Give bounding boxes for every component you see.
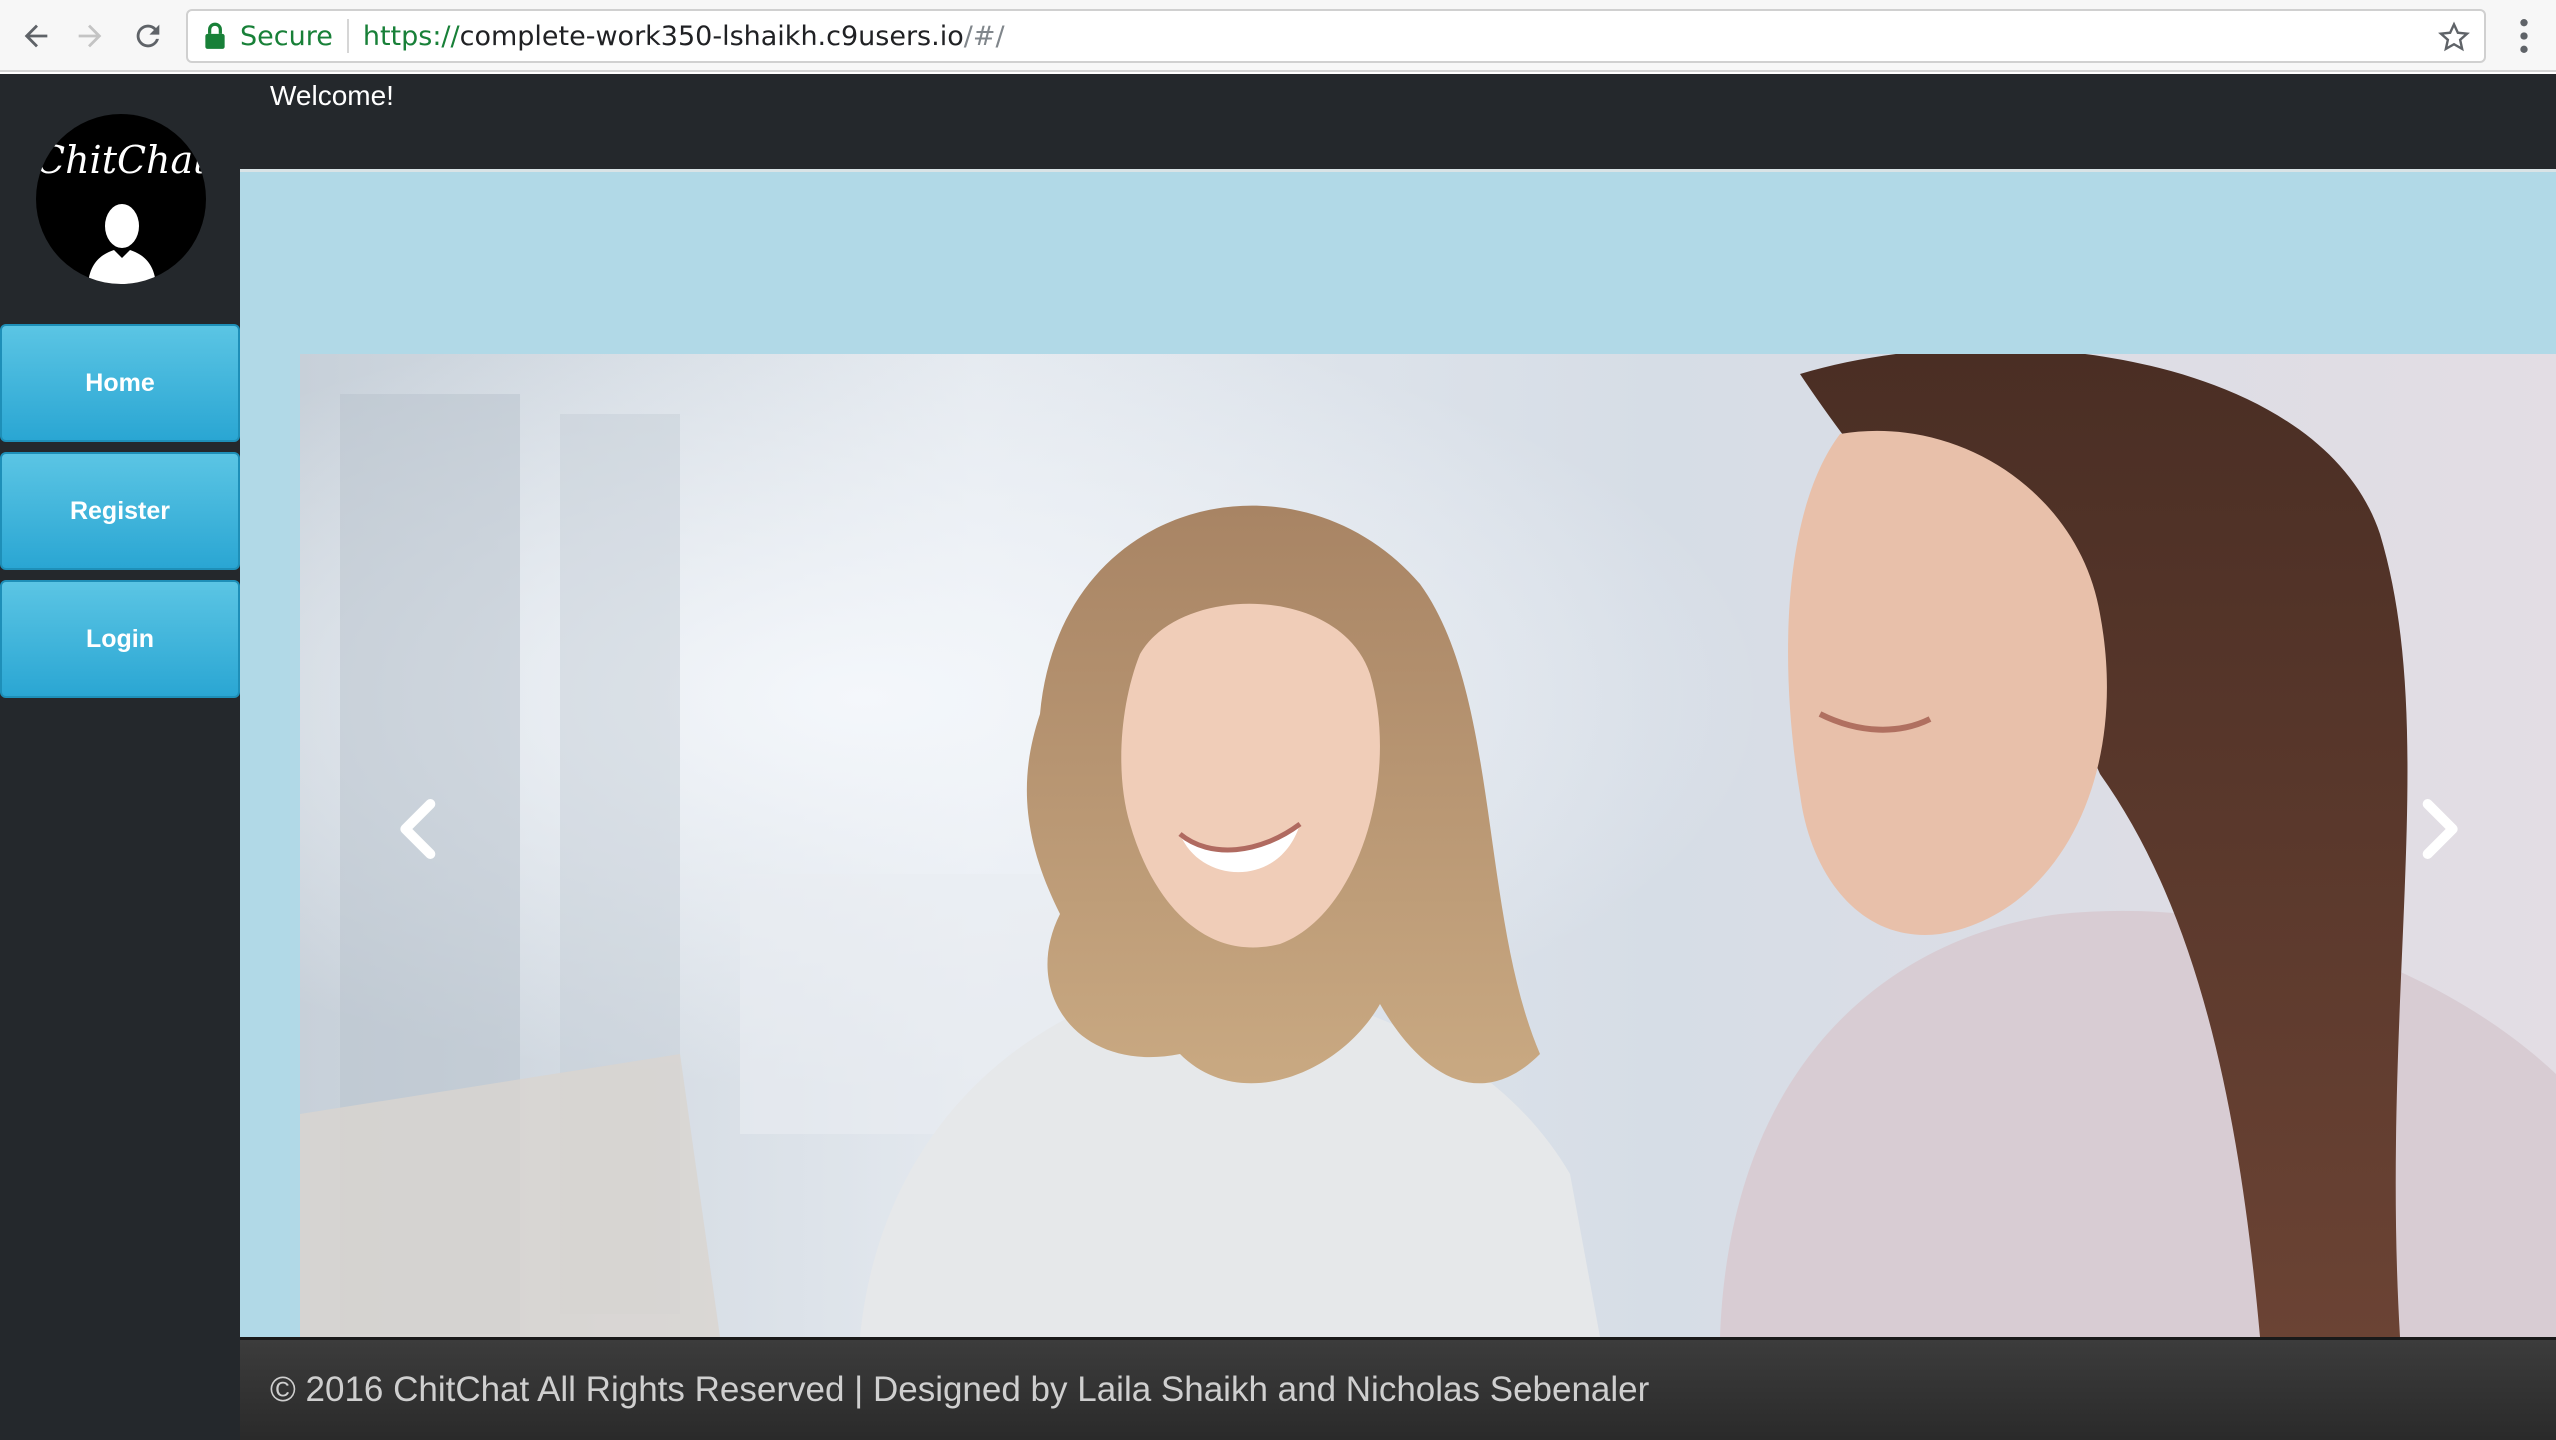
user-silhouette-icon <box>88 204 156 284</box>
chitchat-logo[interactable]: ChitChat <box>36 114 206 284</box>
image-carousel <box>300 354 2556 1337</box>
secure-label: Secure <box>240 20 333 52</box>
reload-button[interactable] <box>126 14 170 58</box>
sidebar-item-home[interactable]: Home <box>0 324 240 442</box>
chevron-left-icon <box>400 799 436 859</box>
logo-text: ChitChat <box>36 138 206 182</box>
address-bar[interactable]: Secure https:// complete-work350-lshaikh… <box>186 9 2486 63</box>
carousel-next-button[interactable] <box>2406 784 2476 874</box>
arrow-right-icon <box>78 24 102 48</box>
url-path: /#/ <box>963 20 1005 52</box>
url-scheme: https:// <box>362 20 460 52</box>
arrow-left-icon <box>24 24 48 48</box>
sidebar-item-label: Register <box>69 496 171 525</box>
reload-icon <box>136 24 160 48</box>
sidebar-item-label: Login <box>85 624 155 653</box>
chevron-right-icon <box>2422 799 2458 859</box>
lock-icon <box>205 22 225 49</box>
browser-menu-icon[interactable] <box>2506 16 2542 56</box>
carousel-photo <box>300 354 2556 1337</box>
footer: © 2016 ChitChat All Rights Reserved | De… <box>240 1337 2556 1440</box>
carousel-prev-button[interactable] <box>382 784 452 874</box>
sidebar: ChitChat Home Register Login <box>0 74 240 1440</box>
main-content <box>240 172 2556 1337</box>
sidebar-item-register[interactable]: Register <box>0 452 240 570</box>
footer-copyright: © 2016 ChitChat All Rights Reserved | De… <box>270 1370 1650 1409</box>
sidebar-item-login[interactable]: Login <box>0 580 240 698</box>
url-host: complete-work350-lshaikh.c9users.io <box>459 20 964 52</box>
header-bar: Welcome! <box>240 74 2556 172</box>
omnibox-divider <box>346 19 349 53</box>
welcome-text: Welcome! <box>270 80 394 111</box>
browser-toolbar: Secure https:// complete-work350-lshaikh… <box>0 0 2556 72</box>
bookmark-star-icon[interactable] <box>2438 21 2470 53</box>
back-button[interactable] <box>14 14 58 58</box>
forward-button[interactable] <box>68 14 112 58</box>
sidebar-item-label: Home <box>85 368 155 397</box>
